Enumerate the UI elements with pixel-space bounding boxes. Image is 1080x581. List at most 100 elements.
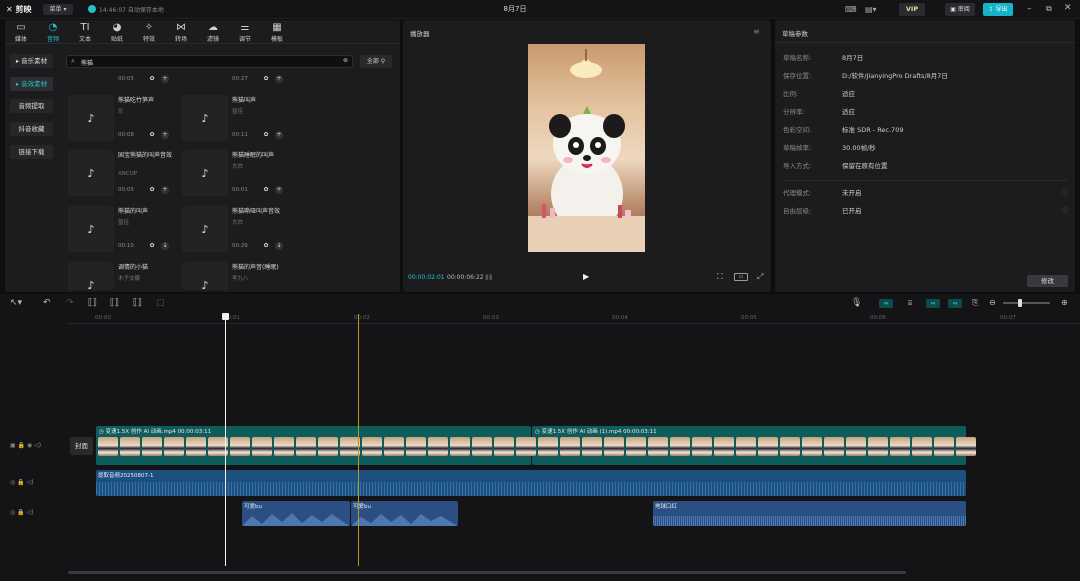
tab-effects[interactable]: ✧ 特效 bbox=[133, 22, 165, 43]
lock-icon[interactable]: 🔒 bbox=[17, 479, 24, 486]
split-right-icon[interactable]: ⟦⟧ bbox=[133, 297, 142, 309]
favorite-icon[interactable]: ✿ bbox=[148, 131, 156, 139]
list-item[interactable]: ♪ 国宝熊猫的叫声音效 XNCUP 00:05 ✿ + bbox=[68, 150, 172, 196]
audio-clip-main[interactable]: 提取音频20250807-1 bbox=[96, 470, 966, 496]
fit-icon[interactable]: ⛶ bbox=[717, 272, 723, 282]
list-item[interactable]: ♪ 熊猫睡眠的叫声 大白 00:01 ✿ + bbox=[182, 150, 286, 196]
link-toggle-icon[interactable]: ⇹ bbox=[879, 299, 893, 308]
export-button[interactable]: ⇪ 导出 bbox=[983, 3, 1013, 16]
audio-clip-b[interactable]: 可爱bu bbox=[351, 501, 458, 526]
video-preview[interactable] bbox=[528, 44, 645, 252]
sidebar-item-sfx[interactable]: ▸ 音效素材 bbox=[10, 77, 53, 91]
zoom-fit-icon[interactable]: ⊕ bbox=[1061, 298, 1068, 307]
info-icon[interactable]: ⓘ bbox=[1062, 188, 1068, 197]
waveform-toggle-icon[interactable]: ▮▮ bbox=[485, 273, 493, 281]
player-menu-icon[interactable]: ≡ bbox=[753, 27, 760, 36]
add-icon[interactable]: + bbox=[275, 186, 283, 194]
favorite-icon[interactable]: ✿ bbox=[262, 131, 270, 139]
list-item[interactable]: ♪ 熊猫的声音(睡眠) 李九八 bbox=[182, 262, 286, 290]
split-left-icon[interactable]: ⟦⟧ bbox=[110, 297, 119, 309]
microphone-icon[interactable]: 🎙 bbox=[851, 297, 862, 309]
tab-media[interactable]: ▭ 媒体 bbox=[5, 22, 37, 43]
minimize-icon[interactable]: – bbox=[1027, 4, 1032, 14]
add-icon[interactable]: + bbox=[161, 186, 169, 194]
favorite-icon[interactable]: ✿ bbox=[148, 75, 156, 83]
playhead[interactable] bbox=[225, 314, 226, 566]
keyboard-icon[interactable]: ⌨ bbox=[845, 5, 857, 14]
play-icon[interactable]: ▶ bbox=[583, 272, 589, 281]
mute-icon[interactable]: ◁) bbox=[27, 479, 34, 486]
sidebar-item-link[interactable]: 链接下载 bbox=[10, 145, 53, 159]
screenshot-icon[interactable]: ⎘ bbox=[972, 298, 978, 308]
info-icon[interactable]: ⓘ bbox=[1062, 206, 1068, 215]
tab-template[interactable]: ▦ 模板 bbox=[261, 22, 293, 43]
download-icon[interactable]: ↓ bbox=[275, 242, 283, 250]
zoom-slider[interactable] bbox=[1003, 302, 1050, 304]
favorite-icon[interactable]: ✿ bbox=[148, 186, 156, 194]
clear-search-icon[interactable]: ⊗ bbox=[343, 57, 348, 64]
add-icon[interactable]: + bbox=[275, 75, 283, 83]
prop-label: 草稿帧率: bbox=[783, 144, 812, 152]
mute-icon[interactable]: ◁) bbox=[27, 509, 34, 516]
tab-audio[interactable]: ◔ 音频 bbox=[37, 22, 69, 43]
redo-icon[interactable]: ↷ bbox=[66, 297, 74, 309]
edit-button[interactable]: 修改 bbox=[1027, 275, 1068, 287]
list-item[interactable]: 00:05 ✿ + bbox=[68, 72, 172, 86]
zoom-out-icon[interactable]: ⊖ bbox=[989, 298, 996, 307]
cover-button[interactable]: 封面 bbox=[70, 437, 93, 455]
layout-icon[interactable]: ▤▾ bbox=[865, 5, 877, 14]
select-tool-icon[interactable]: ↖▾ bbox=[10, 297, 22, 309]
tab-transition[interactable]: ⋈ 转场 bbox=[165, 22, 197, 43]
filter-dropdown[interactable]: 全部 ⚲ bbox=[360, 55, 392, 68]
snap-icon[interactable]: ⌸ bbox=[904, 299, 916, 308]
favorite-icon[interactable]: ✿ bbox=[262, 75, 270, 83]
add-icon[interactable]: + bbox=[275, 131, 283, 139]
tab-sticker[interactable]: ◕ 贴纸 bbox=[101, 22, 133, 43]
tab-adjust[interactable]: ⚌ 调节 bbox=[229, 22, 261, 43]
mute-icon[interactable]: ◁) bbox=[34, 442, 41, 449]
tab-filter[interactable]: ☁ 滤镜 bbox=[197, 22, 229, 43]
list-item[interactable]: ♪ 熊猫的叫声 蓝佳 00:10 ✿ ↓ bbox=[68, 206, 172, 252]
lock-icon[interactable]: 🔒 bbox=[17, 509, 24, 516]
lock-icon[interactable]: 🔒 bbox=[18, 442, 25, 449]
effects-icon: ✧ bbox=[144, 22, 154, 33]
fullscreen-icon[interactable]: ⤢ bbox=[757, 272, 763, 282]
preview-axis-icon[interactable]: ⇹ bbox=[926, 299, 940, 308]
playhead-handle[interactable] bbox=[222, 313, 229, 320]
undo-icon[interactable]: ↶ bbox=[43, 297, 51, 309]
search-input[interactable]: 熊猫 bbox=[81, 58, 93, 67]
sidebar-item-douyin[interactable]: 抖音收藏 bbox=[10, 122, 53, 136]
add-icon[interactable]: + bbox=[161, 75, 169, 83]
track-controls-video: ▣ 🔒 ◉ ◁) bbox=[10, 442, 41, 449]
favorite-icon[interactable]: ✿ bbox=[148, 242, 156, 250]
visibility-icon[interactable]: ▣ bbox=[10, 442, 16, 449]
vip-button[interactable]: VIP bbox=[899, 3, 925, 16]
list-item[interactable]: ♪ 熊猫嘶哑叫声音效 大白 00:26 ✿ ↓ bbox=[182, 206, 286, 252]
list-item[interactable]: ♪ 调情的小猫 木子交瓣 bbox=[68, 262, 172, 290]
sidebar-item-extract[interactable]: 音频提取 bbox=[10, 99, 53, 113]
list-item[interactable]: ♪ 熊猫叫声 蓝佳 00:11 ✿ + bbox=[182, 95, 286, 141]
maximize-icon[interactable]: ⧉ bbox=[1046, 4, 1052, 14]
audio-clip-c[interactable]: 地球口红 bbox=[653, 501, 966, 526]
search-box[interactable]: ⌕ 熊猫 ⊗ bbox=[66, 55, 353, 68]
favorite-icon[interactable]: ✿ bbox=[262, 186, 270, 194]
add-icon[interactable]: + bbox=[161, 131, 169, 139]
close-icon[interactable]: ✕ bbox=[1064, 3, 1072, 13]
list-item[interactable]: 00:27 ✿ + bbox=[182, 72, 286, 86]
zoom-slider-handle[interactable] bbox=[1018, 299, 1022, 307]
review-button[interactable]: ▣ 审阅 bbox=[945, 3, 975, 16]
menu-button[interactable]: 菜单 ▾ bbox=[43, 4, 73, 15]
tab-text[interactable]: TI 文本 bbox=[69, 22, 101, 43]
timeline-scrollbar[interactable] bbox=[68, 571, 906, 574]
favorite-icon[interactable]: ✿ bbox=[262, 242, 270, 250]
ratio-icon[interactable]: ▭ bbox=[734, 273, 748, 281]
delete-icon[interactable]: ▢ bbox=[156, 297, 165, 309]
list-item[interactable]: ♪ 熊猫吃竹笋声乐 00:08 ✿ + bbox=[68, 95, 172, 141]
eye-icon[interactable]: ◉ bbox=[27, 442, 32, 449]
audio-clip-a[interactable]: 可爱bu bbox=[242, 501, 350, 526]
magnet-icon[interactable]: ⇹ bbox=[948, 299, 962, 308]
download-icon[interactable]: ↓ bbox=[161, 242, 169, 250]
split-icon[interactable]: ⟦⟧ bbox=[88, 297, 97, 309]
sidebar-item-music[interactable]: ▸ 音乐素材 bbox=[10, 54, 53, 68]
time-ruler[interactable] bbox=[68, 312, 1080, 324]
